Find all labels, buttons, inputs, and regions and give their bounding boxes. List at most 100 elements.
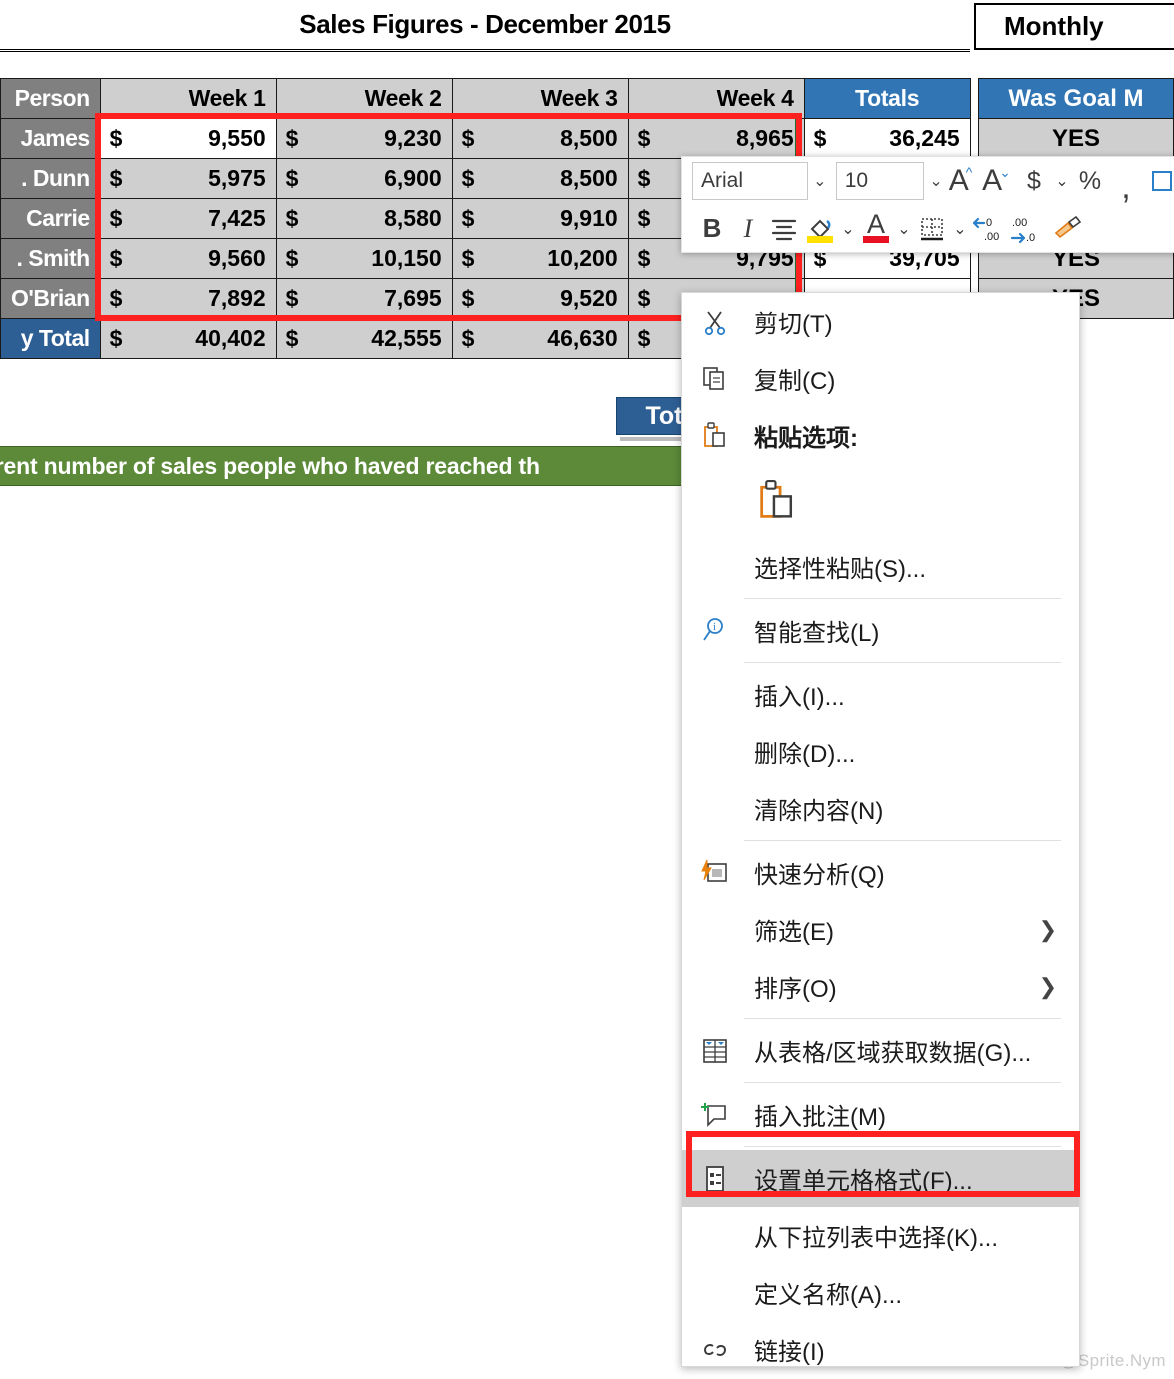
col-header-week4[interactable]: Week 4 <box>627 78 805 119</box>
menu-item-link[interactable]: 链接(I) <box>682 1321 1079 1378</box>
menu-item-copy[interactable]: 复制(C) <box>682 350 1079 407</box>
cell-week3[interactable]: $ 10,200 <box>451 238 629 279</box>
cell-week3[interactable]: $ 8,500 <box>451 158 629 199</box>
scissors-icon <box>700 307 754 337</box>
menu-item-label: 设置单元格格式(F)... <box>754 1168 973 1195</box>
comment-icon <box>700 1100 754 1130</box>
menu-item-label: 剪切(T) <box>754 311 833 338</box>
cell-week2[interactable]: $ 9,230 <box>275 118 453 159</box>
cell-week3[interactable]: $ 9,910 <box>451 198 629 239</box>
cell-week1[interactable]: $ 5,975 <box>99 158 277 199</box>
col-header-week3[interactable]: Week 3 <box>451 78 629 119</box>
menu-item-quick-analysis[interactable]: 快速分析(Q) <box>682 844 1079 901</box>
menu-item-filter[interactable]: 筛选(E) ❯ <box>682 901 1079 958</box>
decrease-font-size-icon[interactable]: A ⌄ <box>980 161 1016 201</box>
menu-item-define-name[interactable]: 定义名称(A)... <box>682 1264 1079 1321</box>
menu-item-pick-from-dropdown-list[interactable]: 从下拉列表中选择(K)... <box>682 1207 1079 1264</box>
row-label[interactable]: James <box>0 118 101 159</box>
paste-keep-source-formatting-icon[interactable] <box>754 478 800 524</box>
number-format-icon[interactable] <box>1144 161 1174 201</box>
cell-value: 10,200 <box>547 245 618 271</box>
cell-week2[interactable]: $ 8,580 <box>275 198 453 239</box>
font-color-swatch <box>863 235 889 243</box>
decrease-decimal-icon[interactable]: 0 .00 <box>970 209 1010 249</box>
banner-text: rrent number of sales people who haved r… <box>0 452 540 479</box>
footer-label[interactable]: y Total <box>0 318 101 359</box>
svg-text:.00: .00 <box>984 231 999 243</box>
increase-font-size-icon[interactable]: A ^ <box>944 161 980 201</box>
menu-item-cut[interactable]: 剪切(T) <box>682 293 1079 350</box>
row-label[interactable]: Carrie <box>0 198 101 239</box>
footer-week2[interactable]: $ 42,555 <box>275 318 453 359</box>
menu-item-get-data-from-table[interactable]: 从表格/区域获取数据(G)... <box>682 1022 1079 1079</box>
menu-item-paste-special[interactable]: 选择性粘贴(S)... <box>682 538 1079 595</box>
currency-symbol: $ <box>637 165 651 191</box>
footer-week3[interactable]: $ 46,630 <box>451 318 629 359</box>
currency-symbol: $ <box>285 285 299 311</box>
cell-week2[interactable]: $ 6,900 <box>275 158 453 199</box>
mini-format-toolbar[interactable]: Arial ⌄ 10 ⌄ A ^ A ⌄ $ ⌄ % , B I ⌄ A ⌄ ⌄… <box>681 156 1174 253</box>
menu-item-format-cells[interactable]: 设置单元格格式(F)... <box>682 1150 1079 1207</box>
fill-color-icon[interactable] <box>802 209 838 249</box>
currency-symbol: $ <box>285 245 299 271</box>
menu-item-clear-contents[interactable]: 清除内容(N) <box>682 780 1079 837</box>
cell-value: 6,900 <box>384 165 442 191</box>
font-color-chevron-down-icon[interactable]: ⌄ <box>894 209 914 249</box>
cell-total[interactable]: $ 36,245 <box>803 118 971 159</box>
col-header-person[interactable]: Person <box>0 78 101 119</box>
cell-week1[interactable]: $ 7,425 <box>99 198 277 239</box>
col-header-totals[interactable]: Totals <box>803 78 971 119</box>
mini-toolbar-row-1: Arial ⌄ 10 ⌄ A ^ A ⌄ $ ⌄ % , <box>682 157 1174 205</box>
menu-item-sort[interactable]: 排序(O) ❯ <box>682 958 1079 1015</box>
col-header-was-goal-met[interactable]: Was Goal M <box>978 78 1174 119</box>
comma-format-icon[interactable]: , <box>1108 161 1144 204</box>
paste-options-gallery[interactable] <box>682 464 1079 538</box>
cell-week4[interactable]: $ 8,965 <box>627 118 805 159</box>
cell-week3[interactable]: $ 9,520 <box>451 278 629 319</box>
row-label[interactable]: O'Brian <box>0 278 101 319</box>
cell-week1[interactable]: $ 9,560 <box>99 238 277 279</box>
fill-color-chevron-down-icon[interactable]: ⌄ <box>838 209 858 249</box>
accounting-chevron-down-icon[interactable]: ⌄ <box>1052 161 1072 201</box>
font-name-input[interactable]: Arial <box>692 162 809 200</box>
col-header-week1[interactable]: Week 1 <box>99 78 277 119</box>
cell-value: 8,580 <box>384 205 442 231</box>
currency-symbol: $ <box>461 165 475 191</box>
font-color-icon[interactable]: A <box>858 209 894 249</box>
row-label[interactable]: . Smith <box>0 238 101 279</box>
currency-symbol: $ <box>109 205 123 231</box>
center-align-icon[interactable] <box>766 209 802 249</box>
currency-symbol: $ <box>637 245 651 271</box>
increase-decimal-icon[interactable]: .00 .0 <box>1010 209 1050 249</box>
menu-item-smart-lookup[interactable]: i 智能查找(L) <box>682 602 1079 659</box>
italic-icon[interactable]: I <box>730 209 766 249</box>
chevron-right-icon: ❯ <box>1038 973 1057 999</box>
format-painter-icon[interactable] <box>1050 209 1086 249</box>
cell-week2[interactable]: $ 10,150 <box>275 238 453 279</box>
borders-chevron-down-icon[interactable]: ⌄ <box>950 209 970 249</box>
accounting-format-icon[interactable]: $ <box>1016 161 1052 201</box>
font-size-input[interactable]: 10 <box>835 162 925 200</box>
borders-icon[interactable] <box>914 209 950 249</box>
table-row: James $ 9,550 $ 9,230 $ 8,500 $ 8,965 $ … <box>0 118 971 159</box>
context-menu[interactable]: 剪切(T) 复制(C) 粘贴选项: 选择性粘贴(S)... i 智能查找(L) … <box>681 292 1080 1367</box>
font-size-chevron-down-icon[interactable]: ⌄ <box>928 171 944 191</box>
cell-week2[interactable]: $ 7,695 <box>275 278 453 319</box>
cell-week1[interactable]: $ 7,892 <box>99 278 277 319</box>
menu-item-delete[interactable]: 删除(D)... <box>682 723 1079 780</box>
cell-value: 9,550 <box>208 125 266 151</box>
footer-week1[interactable]: $ 40,402 <box>99 318 277 359</box>
bold-icon[interactable]: B <box>694 209 730 249</box>
goal-cell[interactable]: YES <box>978 118 1174 159</box>
cell-week1[interactable]: $ 9,550 <box>99 118 277 159</box>
svg-text:.0: .0 <box>1026 232 1035 244</box>
row-label[interactable]: . Dunn <box>0 158 101 199</box>
font-name-chevron-down-icon[interactable]: ⌄ <box>812 171 828 191</box>
menu-item-insert-comment[interactable]: 插入批注(M) <box>682 1086 1079 1143</box>
cell-week3[interactable]: $ 8,500 <box>451 118 629 159</box>
col-header-week2[interactable]: Week 2 <box>275 78 453 119</box>
svg-text:.00: .00 <box>1012 217 1027 229</box>
menu-item-insert[interactable]: 插入(I)... <box>682 666 1079 723</box>
percent-format-icon[interactable]: % <box>1072 161 1108 201</box>
currency-symbol: $ <box>285 125 299 151</box>
